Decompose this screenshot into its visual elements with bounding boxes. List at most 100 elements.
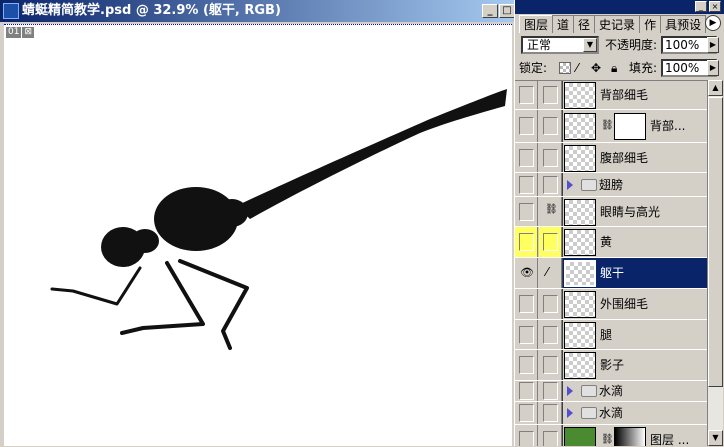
opacity-label: 不透明度: xyxy=(605,38,658,52)
link-toggle[interactable] xyxy=(539,381,562,401)
link-toggle[interactable] xyxy=(539,227,562,257)
layer-row[interactable]: 腿 xyxy=(515,320,707,350)
layer-row[interactable]: ⛓ 眼睛与高光 xyxy=(515,197,707,227)
palette-minimize-button[interactable]: _ xyxy=(695,1,707,12)
canvas[interactable]: 01 ⊠ xyxy=(4,24,512,446)
document-window: 蜻蜓精简教学.psd @ 32.9% (躯干, RGB) _ □ 01 ⊠ xyxy=(0,0,516,446)
layer-row[interactable]: 外围细毛 xyxy=(515,289,707,320)
visibility-toggle[interactable] xyxy=(515,197,538,226)
link-toggle[interactable] xyxy=(539,143,562,172)
link-toggle[interactable] xyxy=(539,173,562,196)
layer-row[interactable]: ⛓ 背部... xyxy=(515,110,707,143)
link-toggle[interactable]: ⁄ xyxy=(539,258,562,288)
palette-close-button[interactable]: × xyxy=(709,1,721,12)
layer-row[interactable]: 腹部细毛 xyxy=(515,143,707,173)
mask-link-icon[interactable]: ⛓ xyxy=(601,120,614,131)
chevron-down-icon[interactable]: ▼ xyxy=(583,38,597,52)
tab-paths[interactable]: 径 xyxy=(573,15,596,33)
palette-title-bar[interactable]: _ × xyxy=(515,0,724,14)
layer-name: 水滴 xyxy=(599,406,624,420)
scroll-up-button[interactable]: ▲ xyxy=(708,80,723,96)
tab-channels[interactable]: 道 xyxy=(552,15,575,33)
layer-row[interactable]: 黄 xyxy=(515,227,707,258)
palette-menu-icon[interactable]: ▶ xyxy=(705,15,721,31)
layer-thumbnail xyxy=(564,144,596,172)
folder-icon xyxy=(581,385,597,397)
expand-triangle-icon[interactable] xyxy=(567,179,573,190)
visibility-toggle[interactable] xyxy=(515,227,538,257)
layer-group-row[interactable]: 水滴 xyxy=(515,402,707,425)
layer-group-row[interactable]: 水滴 xyxy=(515,381,707,402)
lock-brush-icon[interactable]: ⁄ xyxy=(576,59,578,77)
minimize-button[interactable]: _ xyxy=(482,4,498,18)
layer-thumbnail xyxy=(564,198,596,226)
lock-row: 锁定: ⁄ ✥ 🔒︎ 填充: 100% ▶ xyxy=(519,59,719,77)
link-toggle[interactable] xyxy=(539,402,562,424)
photoshop-file-icon xyxy=(3,3,19,19)
blend-mode-value: 正常 xyxy=(527,38,552,52)
fill-slider-button[interactable]: ▶ xyxy=(707,60,719,76)
layer-thumbnail xyxy=(564,229,596,256)
layer-list: 背部细毛 ⛓ 背部... 腹部细毛 翅膀 ⛓ 眼睛与高光 黄 👁︎ ⁄ 躯干 外围… xyxy=(515,80,707,446)
visibility-toggle[interactable] xyxy=(515,381,538,401)
blend-mode-select[interactable]: 正常 ▼ xyxy=(521,36,599,54)
layer-thumbnail xyxy=(564,352,596,379)
maximize-button[interactable]: □ xyxy=(499,4,515,18)
link-icon: ⛓ xyxy=(545,204,558,215)
link-toggle[interactable]: ⛓ xyxy=(539,197,562,226)
layer-thumbnail xyxy=(564,321,596,349)
fill-label: 填充: xyxy=(629,61,658,75)
link-toggle[interactable] xyxy=(539,110,562,142)
visibility-toggle[interactable] xyxy=(515,110,538,142)
visibility-toggle[interactable] xyxy=(515,143,538,172)
layer-group-row[interactable]: 翅膀 xyxy=(515,173,707,197)
visibility-toggle[interactable] xyxy=(515,289,538,319)
tab-history[interactable]: 史记录 xyxy=(594,15,641,33)
visibility-toggle[interactable] xyxy=(515,81,538,109)
scroll-thumb[interactable] xyxy=(708,97,723,387)
layer-thumbnail xyxy=(564,291,596,318)
layer-name: 图层 ... xyxy=(650,433,690,446)
layer-name: 外围细毛 xyxy=(600,297,649,311)
layer-name: 躯干 xyxy=(600,266,625,280)
scroll-down-button[interactable]: ▼ xyxy=(708,430,723,446)
expand-triangle-icon[interactable] xyxy=(567,408,573,418)
layer-row[interactable]: 影子 xyxy=(515,350,707,381)
lock-all-icon[interactable]: 🔒︎ xyxy=(611,59,617,77)
visibility-toggle[interactable] xyxy=(515,402,538,424)
link-toggle[interactable] xyxy=(539,425,562,446)
layer-list-scrollbar[interactable]: ▲ ▼ xyxy=(707,80,723,446)
tab-layers[interactable]: 图层 xyxy=(519,15,554,33)
link-toggle[interactable] xyxy=(539,289,562,319)
lock-move-icon[interactable]: ✥ xyxy=(591,59,601,77)
tab-actions[interactable]: 作 xyxy=(639,15,662,33)
link-toggle[interactable] xyxy=(539,81,562,109)
visibility-toggle[interactable] xyxy=(515,425,538,446)
link-toggle[interactable] xyxy=(539,350,562,380)
link-toggle[interactable] xyxy=(539,320,562,349)
visibility-toggle[interactable] xyxy=(515,350,538,380)
layer-name: 影子 xyxy=(600,358,625,372)
visibility-toggle[interactable] xyxy=(515,320,538,349)
tab-tool-presets[interactable]: 具预设 xyxy=(660,15,707,33)
mask-link-icon[interactable]: ⛓ xyxy=(601,434,614,445)
document-title-bar[interactable]: 蜻蜓精简教学.psd @ 32.9% (躯干, RGB) _ □ xyxy=(0,0,516,22)
layer-name: 背部细毛 xyxy=(600,88,649,102)
layer-row-selected[interactable]: 👁︎ ⁄ 躯干 xyxy=(515,258,707,289)
visibility-toggle[interactable] xyxy=(515,173,538,196)
layer-name: 水滴 xyxy=(599,384,624,398)
layer-thumbnail xyxy=(564,82,596,109)
expand-triangle-icon[interactable] xyxy=(567,386,573,396)
opacity-slider-button[interactable]: ▶ xyxy=(707,37,719,53)
layer-name: 黄 xyxy=(600,235,613,249)
folder-icon xyxy=(581,407,597,419)
lock-transparency-icon[interactable] xyxy=(559,62,571,74)
layer-mask-thumbnail[interactable] xyxy=(614,427,646,446)
brush-icon: ⁄ xyxy=(546,265,549,279)
layer-row[interactable]: ⛓ 图层 ... xyxy=(515,425,707,446)
layer-mask-thumbnail[interactable] xyxy=(614,113,646,140)
blend-row: 正常 ▼ 不透明度: 100% ▶ xyxy=(519,36,719,54)
layer-name: 背部... xyxy=(650,119,686,133)
layer-row[interactable]: 背部细毛 xyxy=(515,81,707,110)
visibility-toggle[interactable]: 👁︎ xyxy=(515,258,538,288)
